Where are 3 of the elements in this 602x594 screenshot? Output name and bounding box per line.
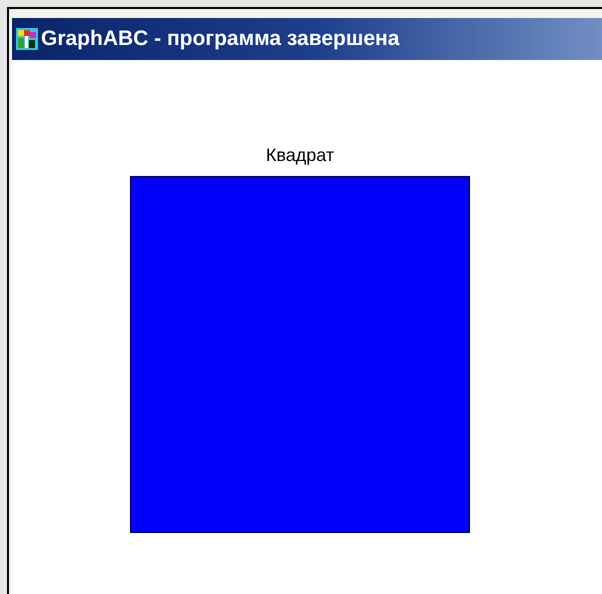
app-icon	[16, 28, 38, 50]
window-title: GraphABC - программа завершена	[41, 26, 400, 52]
shape-label: Квадрат	[266, 144, 334, 166]
